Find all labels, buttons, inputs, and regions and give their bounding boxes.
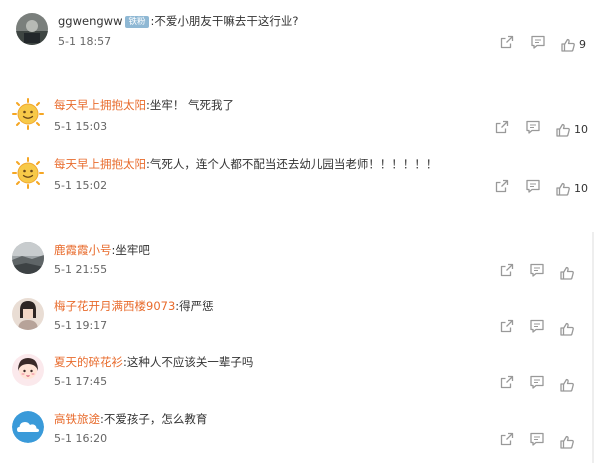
comment-item: ggwengww 铁粉:不爱小朋友干嘛去干这行业? 5-1 18:57 9 xyxy=(0,10,600,62)
comment-time: 5-1 18:57 xyxy=(58,35,112,48)
like-icon xyxy=(561,38,575,52)
comment-time: 5-1 17:45 xyxy=(54,375,108,388)
comment-icon[interactable] xyxy=(525,178,541,194)
like-icon xyxy=(556,123,570,137)
avatar[interactable] xyxy=(12,354,44,386)
like-count: 9 xyxy=(579,38,586,51)
comment-text-line: 每天早上拥抱太阳:坐牢！ 气死我了 xyxy=(54,98,234,112)
avatar[interactable] xyxy=(12,242,44,274)
like-icon xyxy=(560,435,574,449)
avatar[interactable] xyxy=(12,298,44,330)
comment-icon[interactable] xyxy=(529,262,545,278)
username-link[interactable]: 鹿霞霞小号 xyxy=(54,243,112,257)
avatar[interactable] xyxy=(16,13,48,45)
like-button[interactable]: 10 xyxy=(555,178,588,196)
like-icon xyxy=(560,322,574,336)
comment-time: 5-1 19:17 xyxy=(54,319,108,332)
comment-time: 5-1 15:02 xyxy=(54,179,108,192)
like-button[interactable] xyxy=(559,262,578,280)
comment-text-line: 鹿霞霞小号:坐牢吧 xyxy=(54,243,150,257)
forward-icon[interactable] xyxy=(499,374,515,390)
like-icon xyxy=(560,378,574,392)
comment-icon[interactable] xyxy=(525,119,541,135)
comment-item: 梅子花开月满西楼9073:得严惩 5-1 19:17 xyxy=(0,296,600,348)
like-icon xyxy=(556,182,570,196)
comment-text: :不爱孩子，怎么教育 xyxy=(100,412,208,426)
forward-icon[interactable] xyxy=(499,34,515,50)
forward-icon[interactable] xyxy=(494,178,510,194)
comment-text: :这种人不应该关一辈子吗 xyxy=(123,355,254,369)
comment-item: 夏天的碎花衫:这种人不应该关一辈子吗 5-1 17:45 xyxy=(0,352,600,404)
username-link[interactable]: 高铁旅途 xyxy=(54,412,100,426)
comment-icon[interactable] xyxy=(529,318,545,334)
like-button[interactable]: 9 xyxy=(560,34,586,52)
comment-text: :气死人，连个人都不配当还去幼儿园当老师！！！！！！ xyxy=(146,157,438,171)
comment-icon[interactable] xyxy=(530,34,546,50)
username-link[interactable]: ggwengww xyxy=(58,14,122,28)
comment-text-line: 夏天的碎花衫:这种人不应该关一辈子吗 xyxy=(54,355,253,369)
comment-item: 鹿霞霞小号:坐牢吧 5-1 21:55 xyxy=(0,240,600,292)
username-link[interactable]: 梅子花开月满西楼9073 xyxy=(54,299,175,313)
comment-text: :不爱小朋友干嘛去干这行业? xyxy=(150,14,299,28)
like-button[interactable] xyxy=(559,374,578,392)
like-icon xyxy=(560,266,574,280)
like-count: 10 xyxy=(574,182,588,195)
comment-item: 每天早上拥抱太阳:坐牢！ 气死我了 5-1 15:03 10 xyxy=(0,94,600,146)
avatar[interactable] xyxy=(12,98,44,130)
comment-time: 5-1 15:03 xyxy=(54,120,108,133)
username-link[interactable]: 夏天的碎花衫 xyxy=(54,355,123,369)
comment-text-line: ggwengww 铁粉:不爱小朋友干嘛去干这行业? xyxy=(58,14,298,28)
comment-text: :得严惩 xyxy=(175,299,214,313)
like-button[interactable] xyxy=(559,318,578,336)
like-count: 10 xyxy=(574,123,588,136)
avatar[interactable] xyxy=(12,157,44,189)
forward-icon[interactable] xyxy=(499,431,515,447)
comment-time: 5-1 21:55 xyxy=(54,263,108,276)
comment-text-line: 高铁旅途:不爱孩子，怎么教育 xyxy=(54,412,207,426)
avatar[interactable] xyxy=(12,411,44,443)
comment-text: :坐牢吧 xyxy=(111,243,150,257)
like-button[interactable]: 10 xyxy=(555,119,588,137)
comment-item: 高铁旅途:不爱孩子，怎么教育 5-1 16:20 xyxy=(0,408,600,460)
comment-icon[interactable] xyxy=(529,374,545,390)
comment-text-line: 梅子花开月满西楼9073:得严惩 xyxy=(54,299,214,313)
username-link[interactable]: 每天早上拥抱太阳 xyxy=(54,157,146,171)
username-link[interactable]: 每天早上拥抱太阳 xyxy=(54,98,146,112)
comment-time: 5-1 16:20 xyxy=(54,432,108,445)
forward-icon[interactable] xyxy=(499,318,515,334)
comment-item: 每天早上拥抱太阳:气死人，连个人都不配当还去幼儿园当老师！！！！！！ 5-1 1… xyxy=(0,153,600,205)
comment-icon[interactable] xyxy=(529,431,545,447)
comment-text: :坐牢！ 气死我了 xyxy=(146,98,235,112)
like-button[interactable] xyxy=(559,431,578,449)
fan-badge: 铁粉 xyxy=(125,16,149,28)
forward-icon[interactable] xyxy=(499,262,515,278)
forward-icon[interactable] xyxy=(494,119,510,135)
comment-text-line: 每天早上拥抱太阳:气死人，连个人都不配当还去幼儿园当老师！！！！！！ xyxy=(54,157,437,171)
